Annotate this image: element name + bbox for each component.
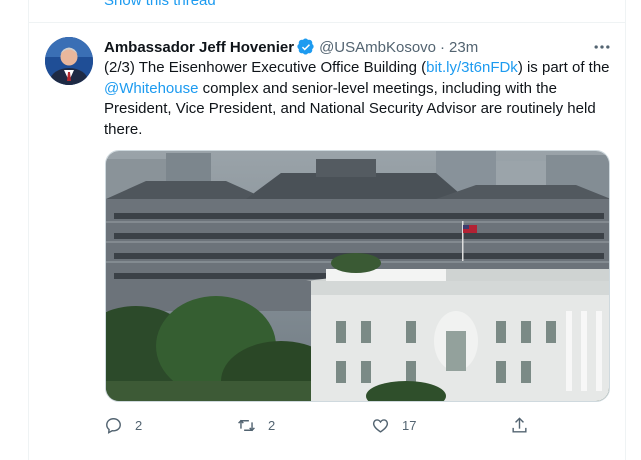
- reply-count: 2: [135, 417, 143, 433]
- short-link[interactable]: bit.ly/3t6nFDk: [426, 59, 518, 76]
- retweet-icon: [238, 419, 255, 431]
- reply-icon: [106, 417, 121, 434]
- tweet-text-part: (2/3) The Eisenhower Executive Office Bu…: [104, 59, 427, 76]
- show-thread-link[interactable]: Show this thread: [104, 0, 216, 9]
- header-separator: ·: [440, 38, 446, 56]
- verified-badge-icon: [297, 38, 314, 55]
- avatar[interactable]: [45, 37, 93, 85]
- reply-button[interactable]: 2: [104, 414, 142, 436]
- tweet-header: Ambassador Jeff Hovenier @USAmbKosovo · …: [104, 37, 574, 57]
- retweet-button[interactable]: 2: [237, 414, 275, 436]
- display-name[interactable]: Ambassador Jeff Hovenier: [104, 39, 294, 56]
- user-handle[interactable]: @USAmbKosovo: [319, 39, 436, 56]
- mention-link[interactable]: @Whitehouse: [104, 80, 198, 97]
- like-button[interactable]: 17: [371, 414, 416, 436]
- heart-icon: [372, 418, 389, 433]
- tweet-text: (2/3) The Eisenhower Executive Office Bu…: [104, 58, 610, 140]
- share-button[interactable]: [510, 414, 529, 436]
- tweet-actions: 2 2 17: [104, 414, 534, 436]
- share-icon: [512, 416, 527, 433]
- tweet-divider: [28, 22, 626, 23]
- more-icon[interactable]: [590, 38, 614, 56]
- retweet-count: 2: [268, 417, 276, 433]
- tweet-photo[interactable]: [105, 150, 610, 402]
- tweet-text-part: ) is part of the: [517, 59, 610, 76]
- like-count: 17: [402, 417, 417, 433]
- tweet-timestamp[interactable]: 23m: [449, 39, 478, 56]
